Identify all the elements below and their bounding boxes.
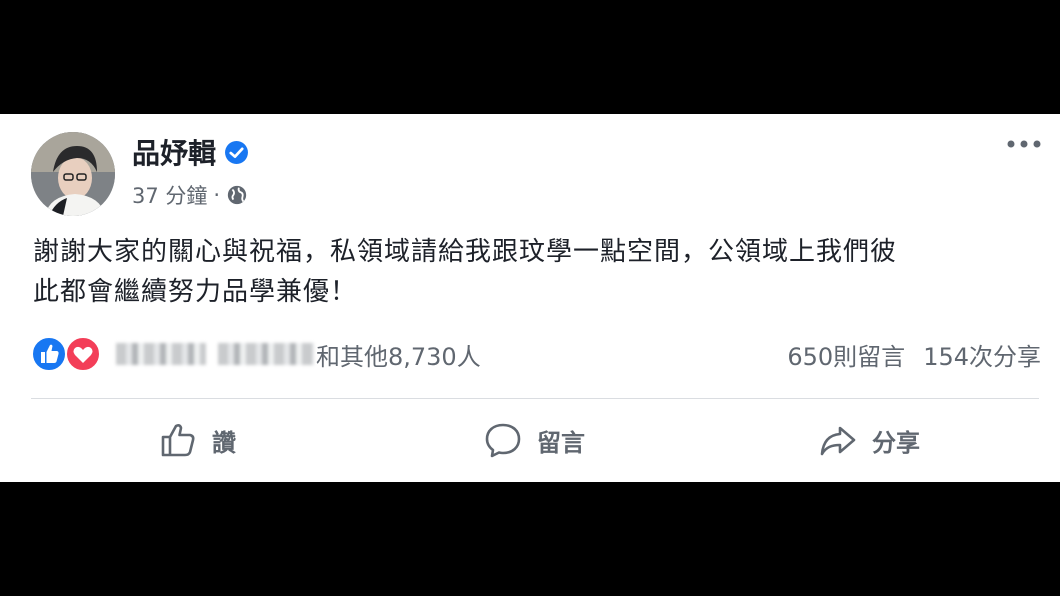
like-button[interactable]: 讚 [158,414,236,466]
verified-badge-icon [225,140,248,164]
meta-separator: · [213,183,221,207]
avatar[interactable] [31,132,115,216]
like-icon [31,336,67,372]
author-name[interactable]: 品妤輯 [132,132,216,172]
reaction-icons[interactable] [31,336,111,372]
globe-icon [227,185,247,205]
avatar-photo [31,132,115,216]
share-label: 分享 [872,428,920,457]
post-actions: 讚 留言 分享 [31,414,1039,466]
divider [31,398,1039,399]
share-arrow-icon [820,426,856,456]
like-label: 讚 [212,428,236,457]
facebook-post-card: 品妤輯 37 分鐘 · 謝謝大家的關心與祝福，私領域請給我跟玟學一點空間，公領域… [0,114,1060,482]
post-text-line: 謝謝大家的關心與祝福，私領域請給我跟玟學一點空間，公領域上我們彼 [33,237,898,267]
post-body: 謝謝大家的關心與祝福，私領域請給我跟玟學一點空間，公領域上我們彼 此都會繼續努力… [33,232,1028,312]
post-header: 品妤輯 [132,134,249,170]
share-button[interactable]: 分享 [818,414,920,466]
engagement-counts: 650則留言 154次分享 [787,334,1041,374]
more-options-icon[interactable] [1006,134,1042,154]
thumbs-up-icon [161,424,195,457]
post-timestamp[interactable]: 37 分鐘 [132,180,207,210]
comment-label: 留言 [537,428,585,457]
comments-count[interactable]: 650則留言 [787,337,905,372]
comment-icon [485,423,521,458]
post-meta: 37 分鐘 · [132,180,248,210]
post-text-line: 此都會繼續努力品學兼優！ [33,277,358,307]
reaction-names[interactable]: 和其他8,730人 [116,334,481,374]
reactions-summary: 和其他8,730人 650則留言 154次分享 [31,334,1041,374]
blurred-name [218,343,314,365]
video-frame: 品妤輯 37 分鐘 · 謝謝大家的關心與祝福，私領域請給我跟玟學一點空間，公領域… [0,0,1060,596]
shares-count[interactable]: 154次分享 [923,337,1041,372]
comment-button[interactable]: 留言 [483,414,585,466]
reaction-others-count: 和其他8,730人 [316,342,481,371]
blurred-name [116,343,206,365]
love-icon [65,336,101,372]
